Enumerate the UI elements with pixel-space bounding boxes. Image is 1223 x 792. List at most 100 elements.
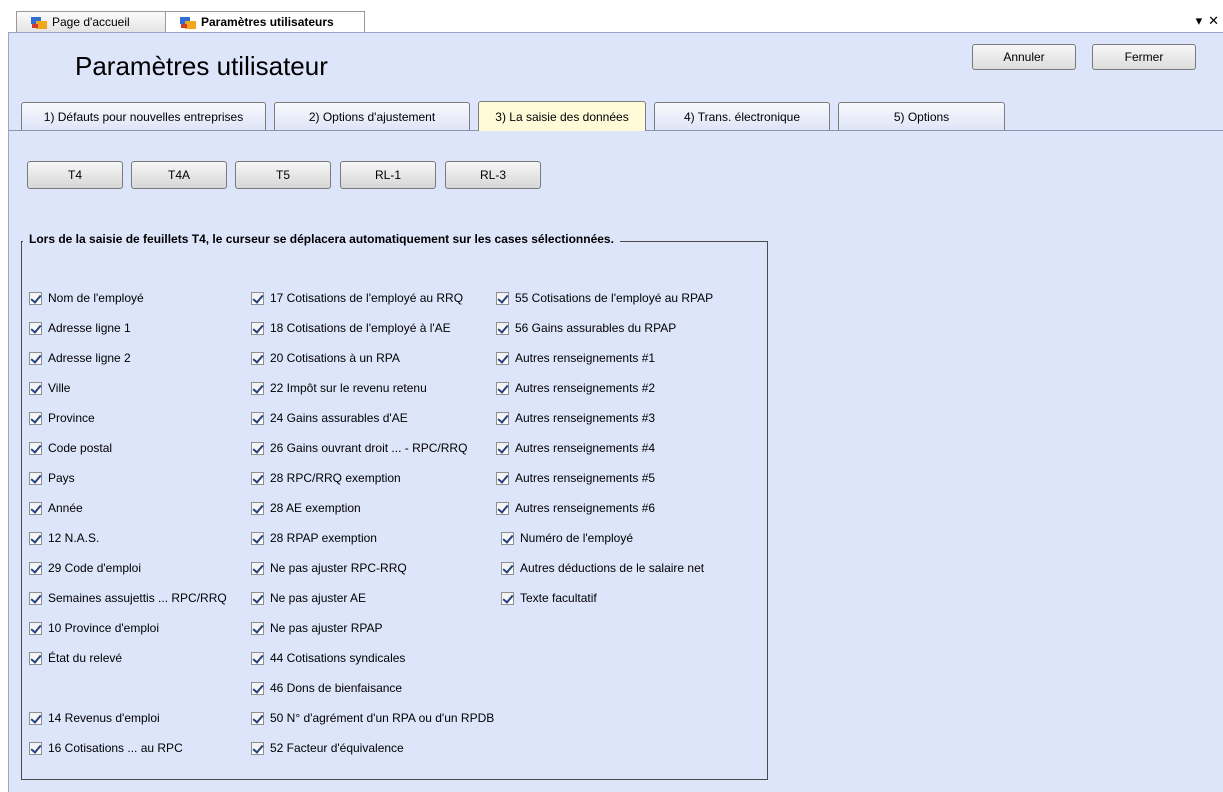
checkbox[interactable] <box>29 621 42 635</box>
checkbox-row[interactable]: Autres renseignements #3 <box>496 410 655 426</box>
checkbox-row[interactable]: Numéro de l'employé <box>501 530 633 546</box>
checkbox-row[interactable]: Adresse ligne 2 <box>29 350 131 366</box>
checkbox[interactable] <box>251 321 264 335</box>
checkbox-row[interactable]: 28 AE exemption <box>251 500 361 516</box>
checkbox[interactable] <box>251 591 264 605</box>
checkbox-row[interactable]: Pays <box>29 470 75 486</box>
checkbox[interactable] <box>251 711 264 725</box>
doc-tab-user-settings[interactable]: Paramètres utilisateurs <box>165 11 365 32</box>
checkbox-row[interactable]: 28 RPAP exemption <box>251 530 377 546</box>
checkbox-row[interactable]: 44 Cotisations syndicales <box>251 650 405 666</box>
checkbox[interactable] <box>29 321 42 335</box>
checkbox[interactable] <box>29 381 42 395</box>
checkbox[interactable] <box>29 531 42 545</box>
tab-electronic-transmission[interactable]: 4) Trans. électronique <box>654 102 830 130</box>
checkbox-row[interactable]: 10 Province d'emploi <box>29 620 159 636</box>
checkbox-row[interactable]: Nom de l'employé <box>29 290 144 306</box>
checkbox-row[interactable]: 26 Gains ouvrant droit ... - RPC/RRQ <box>251 440 467 456</box>
checkbox-row[interactable]: 28 RPC/RRQ exemption <box>251 470 401 486</box>
t4-button[interactable]: T4 <box>27 161 123 189</box>
checkbox[interactable] <box>29 471 42 485</box>
checkbox[interactable] <box>251 351 264 365</box>
checkbox-row[interactable]: 12 N.A.S. <box>29 530 99 546</box>
checkbox[interactable] <box>496 321 509 335</box>
checkbox[interactable] <box>29 351 42 365</box>
checkbox[interactable] <box>251 621 264 635</box>
checkbox[interactable] <box>251 531 264 545</box>
close-button[interactable]: Fermer <box>1092 44 1196 70</box>
checkbox[interactable] <box>251 441 264 455</box>
checkbox[interactable] <box>251 501 264 515</box>
checkbox-row[interactable]: 56 Gains assurables du RPAP <box>496 320 676 336</box>
checkbox[interactable] <box>29 591 42 605</box>
checkbox[interactable] <box>496 471 509 485</box>
checkbox[interactable] <box>251 651 264 665</box>
checkbox[interactable] <box>251 681 264 695</box>
checkbox-row[interactable]: Adresse ligne 1 <box>29 320 131 336</box>
checkbox-row[interactable]: 20 Cotisations à un RPA <box>251 350 400 366</box>
checkbox-row[interactable]: 46 Dons de bienfaisance <box>251 680 402 696</box>
checkbox[interactable] <box>251 291 264 305</box>
checkbox-row[interactable]: Autres déductions de le salaire net <box>501 560 704 576</box>
doc-tab-home[interactable]: Page d'accueil <box>16 11 167 32</box>
checkbox[interactable] <box>29 561 42 575</box>
checkbox[interactable] <box>251 381 264 395</box>
checkbox[interactable] <box>29 711 42 725</box>
checkbox[interactable] <box>501 561 514 575</box>
cancel-button[interactable]: Annuler <box>972 44 1076 70</box>
checkbox-row[interactable]: 22 Impôt sur le revenu retenu <box>251 380 427 396</box>
checkbox[interactable] <box>496 291 509 305</box>
checkbox[interactable] <box>501 591 514 605</box>
checkbox-row[interactable]: 17 Cotisations de l'employé au RRQ <box>251 290 463 306</box>
checkbox-row[interactable]: 16 Cotisations ... au RPC <box>29 740 183 756</box>
checkbox-row[interactable]: 14 Revenus d'emploi <box>29 710 160 726</box>
checkbox[interactable] <box>29 501 42 515</box>
checkbox[interactable] <box>496 411 509 425</box>
checkbox[interactable] <box>501 531 514 545</box>
checkbox-row[interactable]: Année <box>29 500 83 516</box>
tab-adjustment-options[interactable]: 2) Options d'ajustement <box>274 102 470 130</box>
rl3-button[interactable]: RL-3 <box>445 161 541 189</box>
t5-button[interactable]: T5 <box>235 161 331 189</box>
checkbox-row[interactable]: Autres renseignements #6 <box>496 500 655 516</box>
checkbox[interactable] <box>496 351 509 365</box>
checkbox-row[interactable]: 50 N° d'agrément d'un RPA ou d'un RPDB <box>251 710 494 726</box>
checkbox-row[interactable]: Ville <box>29 380 70 396</box>
checkbox-row[interactable]: Ne pas ajuster RPAP <box>251 620 383 636</box>
checkbox-row[interactable]: Autres renseignements #5 <box>496 470 655 486</box>
tab-data-entry[interactable]: 3) La saisie des données <box>478 101 646 131</box>
checkbox-row[interactable]: Ne pas ajuster AE <box>251 590 366 606</box>
tab-options[interactable]: 5) Options <box>838 102 1005 130</box>
checkbox-row[interactable]: 18 Cotisations de l'employé à l'AE <box>251 320 451 336</box>
checkbox[interactable] <box>496 381 509 395</box>
checkbox[interactable] <box>496 441 509 455</box>
checkbox[interactable] <box>251 411 264 425</box>
close-icon[interactable]: ✕ <box>1208 13 1219 29</box>
checkbox[interactable] <box>29 441 42 455</box>
checkbox-row[interactable]: Ne pas ajuster RPC-RRQ <box>251 560 407 576</box>
checkbox-row[interactable]: Autres renseignements #2 <box>496 380 655 396</box>
checkbox-row[interactable]: 24 Gains assurables d'AE <box>251 410 408 426</box>
rl1-button[interactable]: RL-1 <box>340 161 436 189</box>
checkbox[interactable] <box>496 501 509 515</box>
checkbox[interactable] <box>29 411 42 425</box>
checkbox-row[interactable]: Province <box>29 410 95 426</box>
checkbox-row[interactable]: 52 Facteur d'équivalence <box>251 740 404 756</box>
checkbox[interactable] <box>29 741 42 755</box>
checkbox-row[interactable]: État du relevé <box>29 650 122 666</box>
checkbox-row[interactable]: 55 Cotisations de l'employé au RPAP <box>496 290 713 306</box>
tab-list-dropdown-icon[interactable]: ▾ <box>1196 13 1203 29</box>
checkbox-row[interactable]: Texte facultatif <box>501 590 597 606</box>
checkbox[interactable] <box>251 741 264 755</box>
tab-defaults[interactable]: 1) Défauts pour nouvelles entreprises <box>21 102 266 130</box>
checkbox-row[interactable]: Autres renseignements #4 <box>496 440 655 456</box>
checkbox[interactable] <box>251 471 264 485</box>
checkbox-row[interactable]: Semaines assujettis ... RPC/RRQ <box>29 590 227 606</box>
checkbox[interactable] <box>29 291 42 305</box>
checkbox-row[interactable]: 29 Code d'emploi <box>29 560 141 576</box>
checkbox-row[interactable]: Code postal <box>29 440 112 456</box>
checkbox-row[interactable]: Autres renseignements #1 <box>496 350 655 366</box>
t4a-button[interactable]: T4A <box>131 161 227 189</box>
checkbox[interactable] <box>251 561 264 575</box>
checkbox[interactable] <box>29 651 42 665</box>
